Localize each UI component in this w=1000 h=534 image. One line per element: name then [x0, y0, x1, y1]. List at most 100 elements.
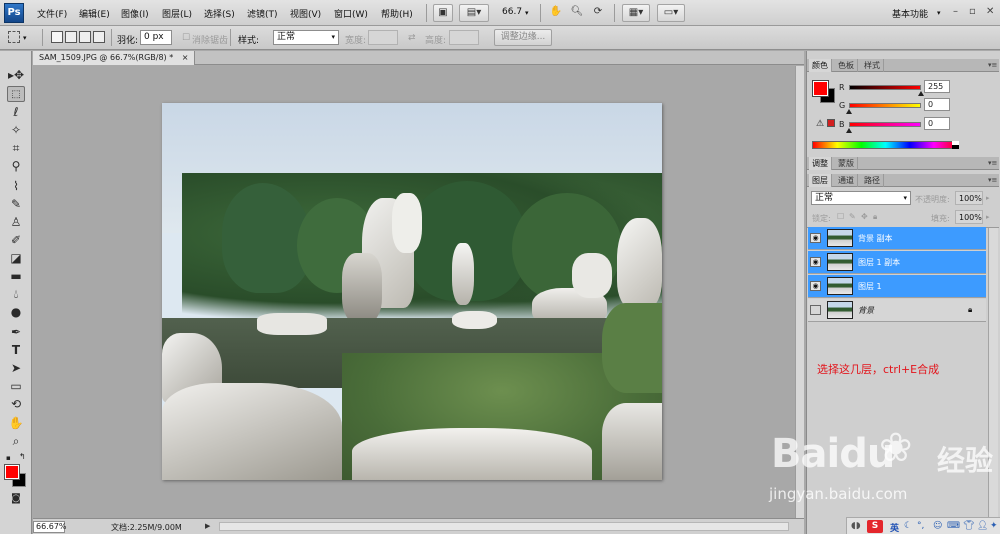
rect-marquee-tool-icon[interactable]: ⬚ — [7, 86, 25, 102]
emoji-icon[interactable]: ☺ — [933, 521, 942, 531]
g-slider[interactable] — [849, 103, 921, 108]
chevron-down-icon[interactable]: ▾ — [525, 9, 529, 17]
gradient-tool-icon[interactable]: ▬ — [7, 268, 25, 284]
out-of-gamut-warning-icon[interactable]: ⚠ — [816, 119, 824, 129]
tray-toggle-icon[interactable]: ◖◗ — [851, 521, 860, 531]
feather-input[interactable]: 0 px — [140, 30, 172, 45]
b-slider[interactable] — [849, 122, 921, 127]
tab-paths[interactable]: 路径 — [861, 174, 884, 187]
b-slider-thumb[interactable] — [846, 128, 852, 133]
g-slider-thumb[interactable] — [846, 109, 852, 114]
close-document-icon[interactable]: × — [182, 53, 189, 62]
bridge-icon[interactable]: ▣ — [433, 4, 453, 22]
move-tool-icon[interactable]: ▸✥ — [7, 67, 25, 83]
dodge-tool-icon[interactable]: ● — [7, 304, 25, 320]
punctuation-icon[interactable]: °, — [917, 521, 924, 531]
moon-icon[interactable]: ☾ — [904, 521, 912, 531]
panel-menu-icon[interactable]: ▾≡ — [988, 159, 997, 167]
tab-styles[interactable]: 样式 — [861, 59, 884, 72]
workspace-switcher[interactable]: 基本功能 — [892, 7, 928, 20]
b-value-input[interactable]: 0 — [924, 117, 950, 130]
swap-dimensions-icon[interactable]: ⇄ — [408, 33, 416, 43]
new-selection-icon[interactable] — [51, 31, 63, 43]
chevron-right-icon[interactable]: ▸ — [986, 194, 990, 202]
antialias-checkbox[interactable]: ☐ — [182, 33, 190, 43]
width-input[interactable] — [368, 30, 398, 45]
quick-mask-icon[interactable]: ◙ — [7, 491, 25, 507]
tab-masks[interactable]: 蒙版 — [835, 157, 858, 170]
panel-menu-icon[interactable]: ▾≡ — [988, 176, 997, 184]
zoom-field[interactable]: 66.67% — [33, 521, 67, 533]
visibility-eye-icon[interactable]: ◉ — [810, 257, 821, 267]
rotate-view-icon[interactable]: ⟳ — [589, 4, 607, 22]
foreground-color-swatch[interactable] — [812, 80, 829, 97]
menu-view[interactable]: 视图(V) — [290, 7, 321, 20]
restore-icon[interactable]: ▫ — [969, 6, 976, 17]
chevron-right-icon[interactable]: ▸ — [986, 213, 990, 221]
style-select[interactable]: 正常 ▾ — [273, 30, 339, 45]
pen-tool-icon[interactable]: ✒ — [7, 324, 25, 340]
color-spectrum-bar[interactable] — [812, 141, 959, 149]
healing-brush-tool-icon[interactable]: ⌇ — [7, 178, 25, 194]
lock-all-icon[interactable]: 🔒︎ — [873, 212, 877, 222]
skin-icon[interactable]: 👕︎ — [963, 521, 974, 531]
blend-mode-select[interactable]: 正常 ▾ — [811, 191, 911, 205]
sogou-ime-logo[interactable]: S — [867, 520, 883, 533]
history-brush-tool-icon[interactable]: ✐ — [7, 232, 25, 248]
panel-menu-icon[interactable]: ▾≡ — [988, 61, 997, 69]
tab-color[interactable]: 颜色 — [809, 59, 832, 72]
chevron-down-icon[interactable]: ▾ — [23, 34, 27, 42]
zoom-tool-icon[interactable]: ⌕ — [7, 433, 25, 449]
tab-layers[interactable]: 图层 — [809, 174, 832, 187]
height-input[interactable] — [449, 30, 479, 45]
menu-filter[interactable]: 滤镜(T) — [247, 7, 278, 20]
rect-marquee-preset-icon[interactable] — [8, 31, 20, 43]
menu-image[interactable]: 图像(I) — [121, 7, 149, 20]
chevron-down-icon[interactable]: ▾ — [937, 9, 941, 17]
ime-language-label[interactable]: 英 — [890, 521, 899, 534]
tools-icon[interactable]: ✦ — [990, 521, 998, 531]
document-tab[interactable]: SAM_1509.JPG @ 66.7%(RGB/8) * × — [33, 51, 196, 65]
menu-layer[interactable]: 图层(L) — [162, 7, 192, 20]
eraser-tool-icon[interactable]: ◪ — [7, 250, 25, 266]
screen-mode-icon[interactable]: ▭▾ — [657, 4, 685, 22]
magic-wand-tool-icon[interactable]: ✧ — [7, 122, 25, 138]
crop-tool-icon[interactable]: ⌗ — [7, 140, 25, 156]
minimize-icon[interactable]: – — [953, 6, 958, 17]
layer-row-bg-copy[interactable]: ◉ 背景 副本 — [808, 227, 986, 250]
tab-adjustments[interactable]: 调整 — [809, 157, 832, 170]
default-colors-icon[interactable]: ▪ — [6, 454, 11, 462]
visibility-eye-icon[interactable]: ◉ — [810, 281, 821, 291]
hand-tool-icon[interactable]: ✋ — [547, 4, 565, 22]
menu-help[interactable]: 帮助(H) — [381, 7, 413, 20]
arrange-documents-icon[interactable]: ▦▾ — [622, 4, 650, 22]
lock-position-icon[interactable]: ✥ — [861, 212, 868, 221]
intersect-selection-icon[interactable] — [93, 31, 105, 43]
hand-tool-icon[interactable]: ✋ — [7, 415, 25, 431]
r-slider[interactable] — [849, 85, 921, 90]
view-extras-icon[interactable]: ▤▾ — [459, 4, 489, 22]
zoom-tool-icon[interactable]: 🔍︎ — [568, 4, 586, 22]
opacity-input[interactable]: 100% — [955, 191, 983, 205]
black-white-ramp[interactable] — [952, 141, 959, 149]
image-canvas[interactable] — [162, 103, 662, 480]
refine-edge-button[interactable]: 调整边缘... — [494, 29, 552, 46]
horizontal-scrollbar[interactable] — [219, 522, 789, 531]
layer-row-layer1-copy[interactable]: ◉ 图层 1 副本 — [808, 251, 986, 274]
lasso-tool-icon[interactable]: ℓ — [7, 104, 25, 120]
blur-tool-icon[interactable]: 💧︎ — [7, 286, 25, 302]
add-to-selection-icon[interactable] — [65, 31, 77, 43]
status-menu-arrow-icon[interactable]: ▶ — [205, 522, 210, 530]
path-selection-tool-icon[interactable]: ➤ — [7, 360, 25, 376]
foreground-color-swatch[interactable] — [4, 464, 20, 480]
subtract-selection-icon[interactable] — [79, 31, 91, 43]
tab-swatches[interactable]: 色板 — [835, 59, 858, 72]
swap-colors-icon[interactable]: ↰ — [19, 452, 26, 461]
shape-tool-icon[interactable]: ▭ — [7, 378, 25, 394]
type-tool-icon[interactable]: T — [7, 342, 25, 358]
g-value-input[interactable]: 0 — [924, 98, 950, 111]
brush-tool-icon[interactable]: ✎ — [7, 196, 25, 212]
lock-transparency-icon[interactable]: ☐ — [837, 212, 844, 221]
menu-edit[interactable]: 编辑(E) — [79, 7, 110, 20]
menu-window[interactable]: 窗口(W) — [334, 7, 368, 20]
